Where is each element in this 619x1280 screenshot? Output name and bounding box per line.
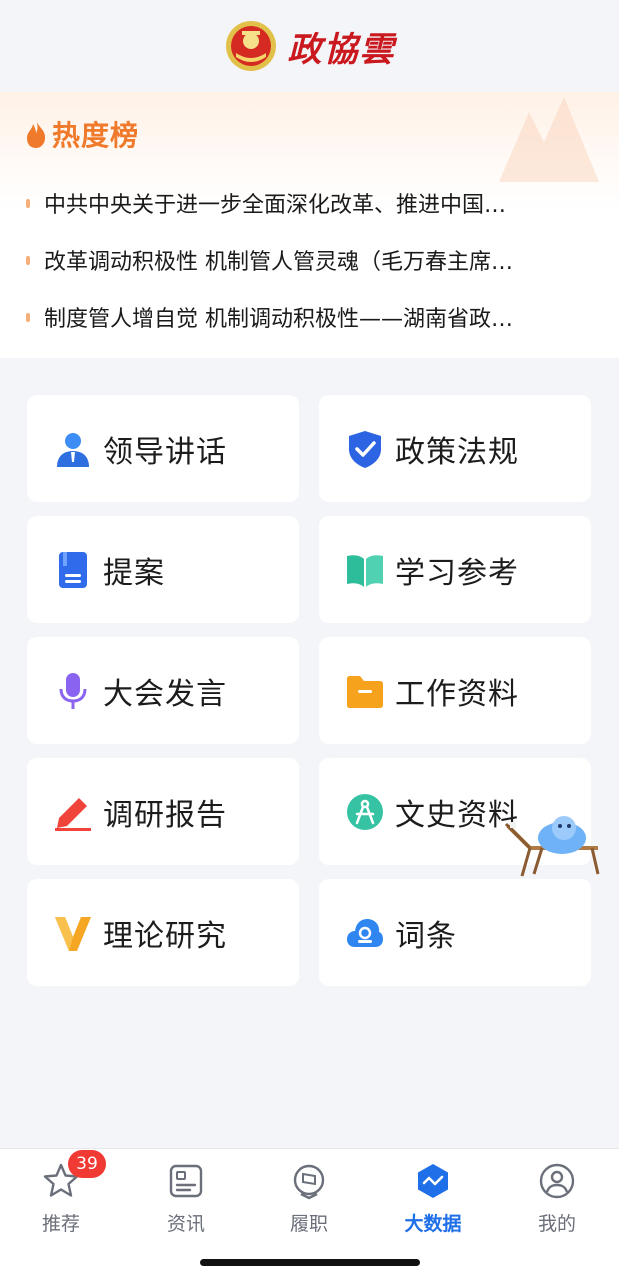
tab-big-data[interactable]: 大数据 bbox=[388, 1161, 478, 1236]
shield-check-icon bbox=[349, 430, 381, 468]
menu-research-report[interactable]: 调研报告 bbox=[27, 758, 299, 865]
bullet-dot bbox=[26, 312, 30, 322]
notification-count-badge: 39 bbox=[68, 1150, 106, 1178]
hot-item[interactable]: 改革调动积极性 机制管人管灵魂（毛万春主席… bbox=[26, 244, 596, 276]
microphone-icon bbox=[59, 672, 87, 709]
v-logo-icon bbox=[55, 916, 91, 951]
big-data-hexagon-icon bbox=[418, 1164, 448, 1198]
tab-duty[interactable]: 履职 bbox=[264, 1161, 354, 1236]
menu-policy-regulations[interactable]: 政策法规 bbox=[319, 395, 591, 502]
menu-theory-research[interactable]: 理论研究 bbox=[27, 879, 299, 986]
leader-person-icon bbox=[57, 432, 89, 467]
menu-conference-speech[interactable]: 大会发言 bbox=[27, 637, 299, 744]
proposal-document-icon bbox=[59, 551, 87, 588]
bullet-dot bbox=[26, 255, 30, 265]
home-indicator[interactable] bbox=[200, 1259, 420, 1266]
duty-badge-icon bbox=[293, 1164, 325, 1200]
bullet-dot bbox=[26, 198, 30, 208]
menu-study-reference[interactable]: 学习参考 bbox=[319, 516, 591, 623]
menu-glossary[interactable]: 词条 bbox=[319, 879, 591, 986]
hot-ranking-section: 热度榜 中共中央关于进一步全面深化改革、推进中国… 改革调动积极性 机制管人管灵… bbox=[0, 92, 619, 358]
app-header: 政協雲 bbox=[0, 0, 619, 92]
brand-title: 政協雲 bbox=[287, 29, 396, 70]
folder-icon bbox=[347, 675, 383, 708]
mascot-lounge-chair-icon[interactable] bbox=[502, 812, 602, 884]
tab-mine[interactable]: 我的 bbox=[512, 1161, 602, 1236]
open-book-icon bbox=[347, 554, 383, 587]
hot-ranking-title: 热度榜 bbox=[24, 114, 139, 154]
compass-icon bbox=[347, 793, 383, 830]
landmark-decoration-icon bbox=[499, 97, 599, 182]
flame-icon bbox=[27, 120, 46, 148]
menu-leader-speech[interactable]: 领导讲话 bbox=[27, 395, 299, 502]
menu-proposal[interactable]: 提案 bbox=[27, 516, 299, 623]
pencil-icon bbox=[55, 797, 91, 831]
hot-item[interactable]: 中共中央关于进一步全面深化改革、推进中国… bbox=[26, 187, 596, 219]
user-profile-icon bbox=[539, 1163, 575, 1199]
cppcc-emblem-icon bbox=[225, 21, 276, 71]
category-grid: 领导讲话 政策法规 提案 学习参考 大会发言 工作资料 调研报告 文史资料 理论… bbox=[27, 395, 593, 986]
news-card-icon bbox=[169, 1164, 203, 1198]
hot-item[interactable]: 制度管人增自觉 机制调动积极性——湖南省政… bbox=[26, 301, 596, 333]
cloud-entry-icon bbox=[347, 918, 383, 947]
menu-work-materials[interactable]: 工作资料 bbox=[319, 637, 591, 744]
tab-news[interactable]: 资讯 bbox=[141, 1161, 231, 1236]
